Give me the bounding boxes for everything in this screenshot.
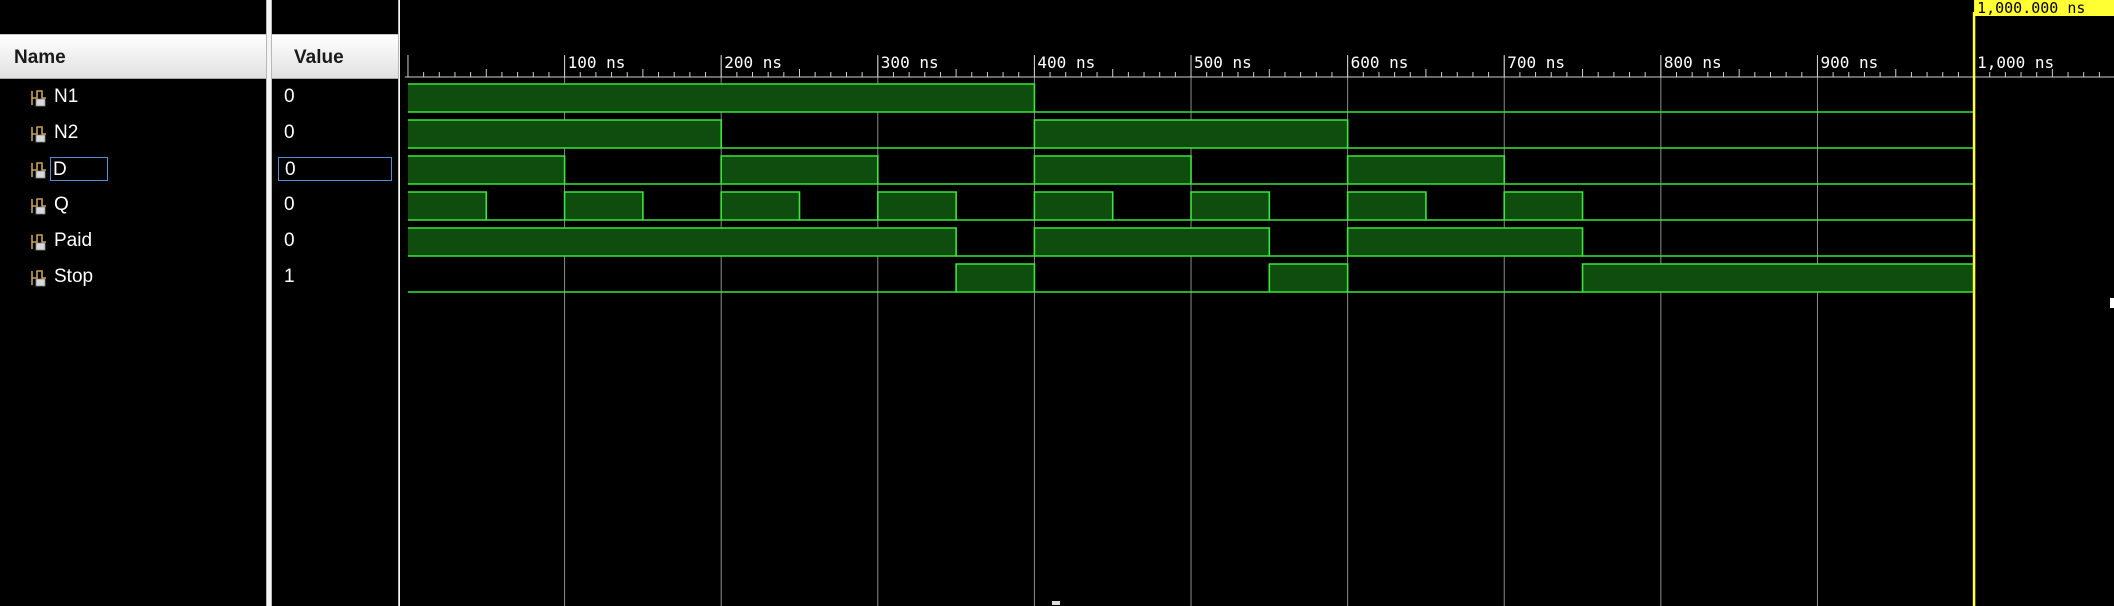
signal-row-d[interactable]: D xyxy=(0,152,266,188)
signal-scalar-icon xyxy=(29,160,48,180)
wave-high-segment xyxy=(407,84,1035,112)
signal-value[interactable]: 0 xyxy=(278,157,392,181)
ruler-tick-label: 400 ns xyxy=(1037,53,1095,72)
signal-scalar-icon xyxy=(29,124,48,144)
waveform-pane[interactable]: 100 ns 200 ns 300 ns 400 ns 500 ns 600 ns 700 … xyxy=(400,0,2114,606)
wave-high-segment xyxy=(1034,156,1192,184)
signal-scalar-icon xyxy=(29,268,48,288)
wave-high-segment xyxy=(1504,192,1583,220)
value-row-n1[interactable]: 0 xyxy=(272,80,398,116)
signal-scalar-icon xyxy=(29,88,48,108)
name-column-header[interactable]: Name xyxy=(0,34,266,79)
signal-value[interactable]: 0 xyxy=(278,229,301,253)
wave-high-segment xyxy=(1034,120,1348,148)
signal-name[interactable]: Q xyxy=(52,193,71,217)
signal-scalar-icon xyxy=(29,232,48,252)
ruler-tick-label: 600 ns xyxy=(1351,53,1409,72)
signal-name[interactable]: N2 xyxy=(52,121,80,145)
wave-high-segment xyxy=(1347,192,1426,220)
values-pane: Value 0 0 0 0 0 1 xyxy=(272,0,398,606)
wave-high-segment xyxy=(1191,192,1270,220)
signal-row-q[interactable]: Q xyxy=(0,188,266,224)
wave-high-segment xyxy=(1347,228,1583,256)
wave-high-segment xyxy=(1347,156,1505,184)
value-row-d[interactable]: 0 xyxy=(272,152,398,188)
horizontal-scroll-thumb[interactable] xyxy=(1052,601,1060,605)
waveform-d xyxy=(407,155,1975,185)
waveform-q xyxy=(407,191,1975,221)
signal-value[interactable]: 0 xyxy=(278,85,301,109)
signal-scalar-icon xyxy=(29,196,48,216)
signal-row-stop[interactable]: Stop xyxy=(0,260,266,296)
ruler-tick-label: 1,000 ns xyxy=(1977,53,2054,72)
ruler-tick-label: 500 ns xyxy=(1194,53,1252,72)
value-row-paid[interactable]: 0 xyxy=(272,224,398,260)
ruler-tick-label: 900 ns xyxy=(1820,53,1878,72)
signal-row-n1[interactable]: N1 xyxy=(0,80,266,116)
signal-name[interactable]: Paid xyxy=(52,229,94,253)
signal-name[interactable]: N1 xyxy=(52,85,80,109)
signal-value[interactable]: 1 xyxy=(278,265,301,289)
signal-row-n2[interactable]: N2 xyxy=(0,116,266,152)
ruler-tick-label: 200 ns xyxy=(724,53,782,72)
value-row-q[interactable]: 0 xyxy=(272,188,398,224)
wave-high-segment xyxy=(1269,264,1348,292)
wave-high-segment xyxy=(721,156,878,184)
wave-high-segment xyxy=(407,228,957,256)
ruler-tick-label: 700 ns xyxy=(1507,53,1565,72)
wave-high-segment xyxy=(407,192,487,220)
signal-name[interactable]: Stop xyxy=(52,265,95,289)
cursor-time-label: 1,000.000 ns xyxy=(1977,0,2085,17)
wave-high-segment xyxy=(407,156,565,184)
wave-high-segment xyxy=(956,264,1035,292)
signal-row-paid[interactable]: Paid xyxy=(0,224,266,260)
ruler-tick-label: 100 ns xyxy=(568,53,626,72)
wave-high-segment xyxy=(1034,192,1113,220)
signal-value[interactable]: 0 xyxy=(278,121,301,145)
wave-high-segment xyxy=(407,120,722,148)
wave-high-segment xyxy=(1582,264,1975,292)
wave-high-segment xyxy=(721,192,800,220)
signal-value[interactable]: 0 xyxy=(278,193,301,217)
value-row-n2[interactable]: 0 xyxy=(272,116,398,152)
value-row-stop[interactable]: 1 xyxy=(272,260,398,296)
wave-high-segment xyxy=(1034,228,1270,256)
ruler-tick-label: 300 ns xyxy=(881,53,939,72)
wave-high-segment xyxy=(564,192,643,220)
value-column-header[interactable]: Value xyxy=(272,34,398,79)
scroll-marker xyxy=(2110,298,2114,308)
ruler-tick-label: 800 ns xyxy=(1664,53,1722,72)
names-pane: Name N1 N2 D Q Paid Stop xyxy=(0,0,266,606)
wave-high-segment xyxy=(877,192,957,220)
signal-name[interactable]: D xyxy=(50,157,108,181)
waveform-canvas[interactable]: 100 ns 200 ns 300 ns 400 ns 500 ns 600 ns 700 … xyxy=(400,0,2114,606)
